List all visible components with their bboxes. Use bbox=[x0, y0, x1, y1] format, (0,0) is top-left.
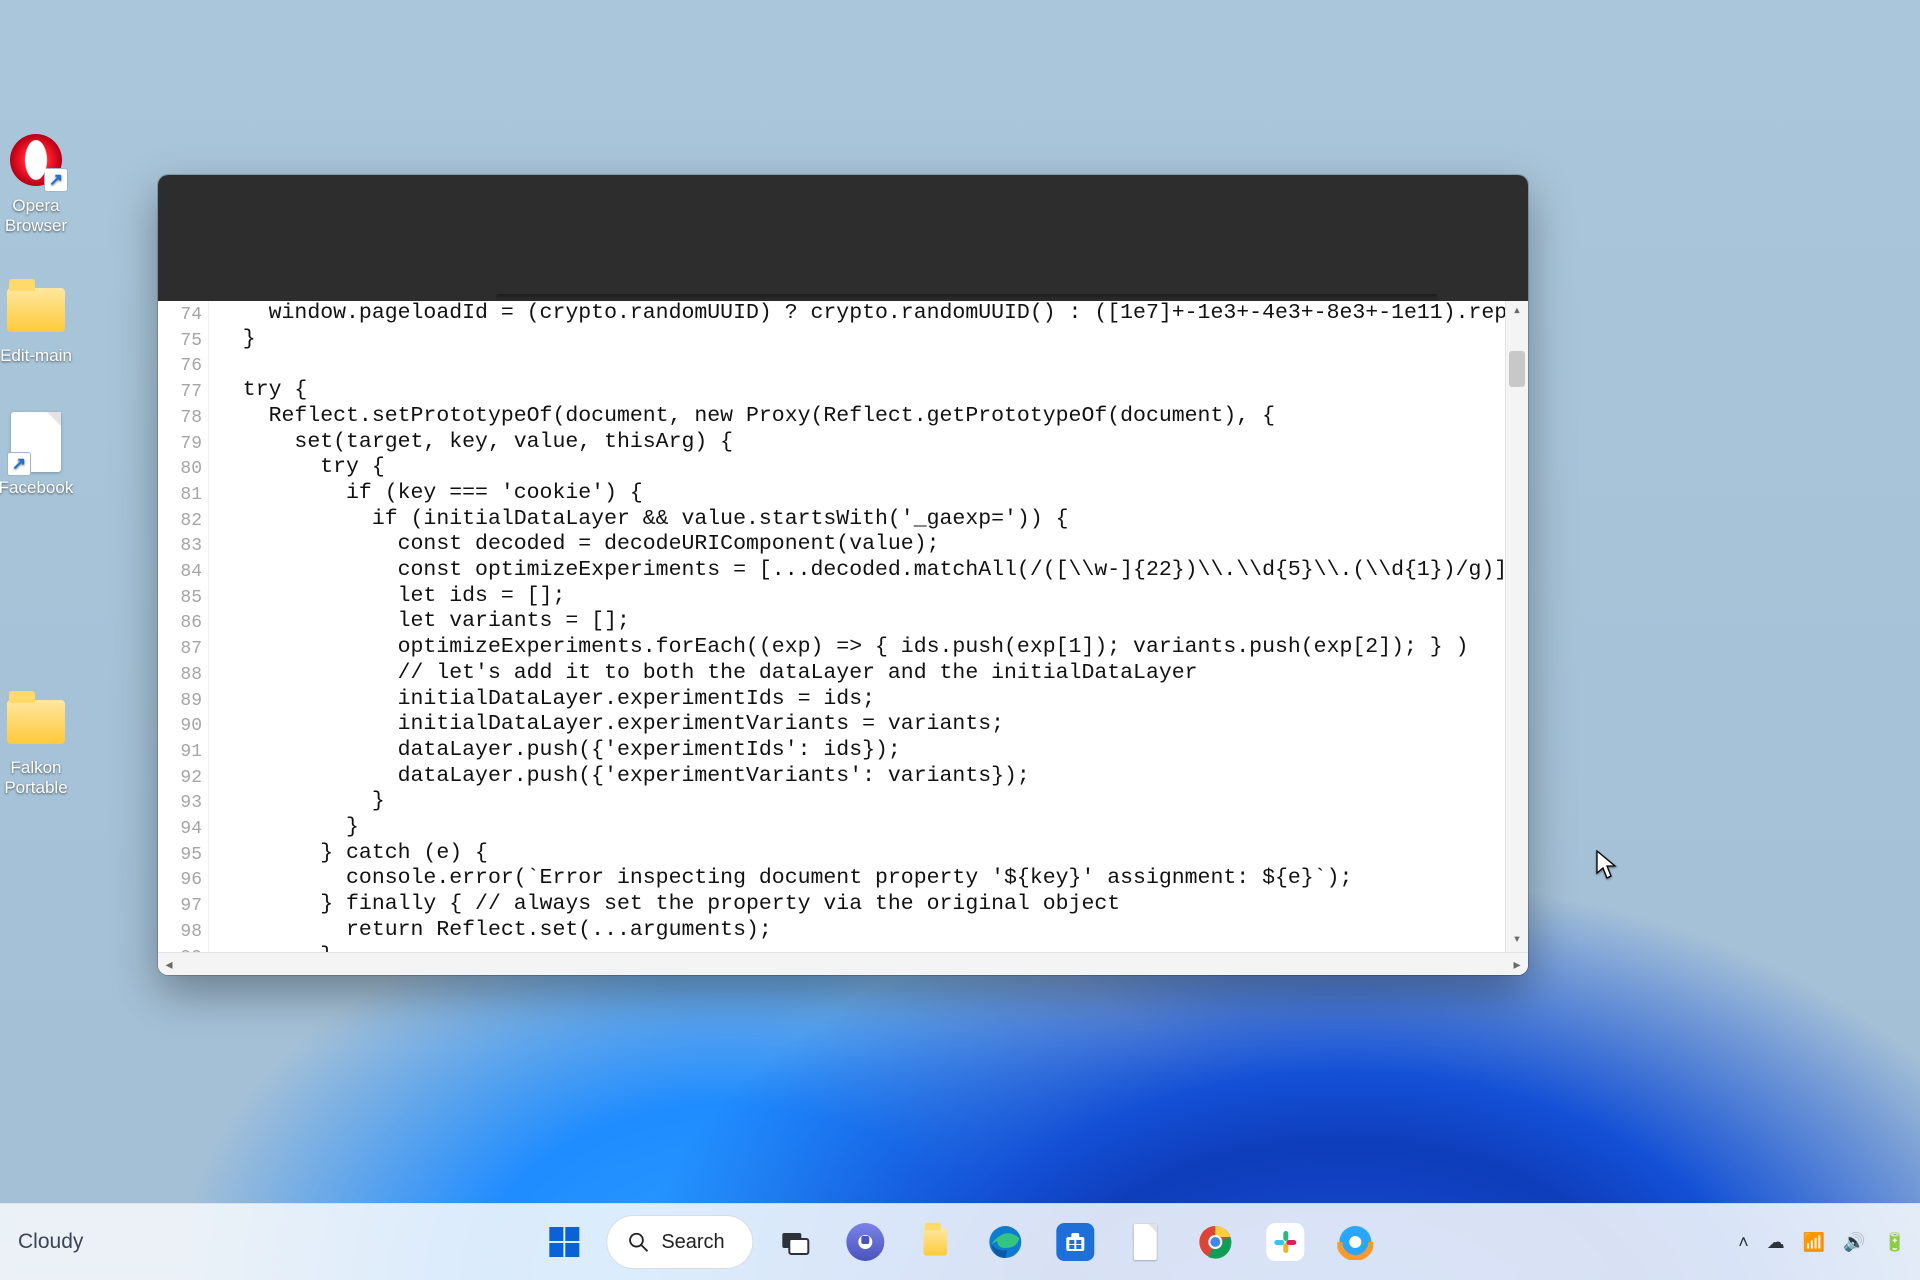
edge-icon bbox=[987, 1223, 1025, 1261]
search-label: Search bbox=[661, 1231, 724, 1254]
task-view-icon bbox=[777, 1223, 815, 1261]
start-button[interactable] bbox=[536, 1214, 592, 1270]
folder-icon bbox=[4, 690, 68, 754]
window-titlebar[interactable] bbox=[158, 175, 1528, 301]
onedrive-icon[interactable]: ☁ bbox=[1767, 1232, 1785, 1253]
store-icon bbox=[1057, 1223, 1095, 1261]
taskbar[interactable]: Cloudy Search ˄ ☁ 📶 🔊 🔋 bbox=[0, 1203, 1920, 1280]
scroll-left-icon[interactable]: ◂ bbox=[158, 953, 180, 975]
code-window[interactable]: 74 75 76 77 78 79 80 81 82 83 84 85 86 8… bbox=[158, 175, 1528, 975]
shortcut-icon: ↗ bbox=[4, 410, 68, 474]
vertical-scrollbar[interactable]: ▴ ▾ bbox=[1505, 301, 1528, 952]
notepad-button[interactable] bbox=[1118, 1214, 1174, 1270]
chat-button[interactable] bbox=[838, 1214, 894, 1270]
chevron-up-icon[interactable]: ˄ bbox=[1738, 1232, 1749, 1253]
wifi-icon[interactable]: 📶 bbox=[1803, 1232, 1825, 1253]
chrome-button[interactable] bbox=[1188, 1214, 1244, 1270]
desktop-icon-opera[interactable]: ↗ Opera Browser bbox=[0, 128, 86, 236]
browser-app-button[interactable] bbox=[1328, 1214, 1384, 1270]
desktop-icon-label: Edit-main bbox=[0, 346, 86, 366]
battery-icon[interactable]: 🔋 bbox=[1884, 1232, 1906, 1253]
toolbar-shadow bbox=[496, 294, 1438, 301]
weather-label: Cloudy bbox=[18, 1230, 83, 1254]
opera-icon: ↗ bbox=[4, 128, 68, 192]
folder-icon bbox=[4, 278, 68, 342]
folder-icon bbox=[917, 1223, 955, 1261]
edge-button[interactable] bbox=[978, 1214, 1034, 1270]
browser-app-icon bbox=[1337, 1223, 1375, 1261]
system-tray[interactable]: ˄ ☁ 📶 🔊 🔋 bbox=[1738, 1232, 1906, 1253]
volume-icon[interactable]: 🔊 bbox=[1843, 1232, 1865, 1253]
scroll-thumb[interactable] bbox=[1509, 351, 1525, 387]
desktop-icon-edit-main[interactable]: Edit-main bbox=[0, 278, 86, 366]
scroll-down-icon[interactable]: ▾ bbox=[1506, 930, 1528, 952]
taskbar-center: Search bbox=[536, 1214, 1383, 1270]
chat-icon bbox=[847, 1223, 885, 1261]
scroll-up-icon[interactable]: ▴ bbox=[1506, 301, 1528, 323]
desktop-icon-facebook[interactable]: ↗ Facebook bbox=[0, 410, 86, 498]
scroll-right-icon[interactable]: ▸ bbox=[1506, 953, 1528, 975]
slack-button[interactable] bbox=[1258, 1214, 1314, 1270]
search-icon bbox=[627, 1231, 649, 1253]
code-lines[interactable]: window.pageloadId = (crypto.randomUUID) … bbox=[209, 301, 1505, 952]
taskbar-search[interactable]: Search bbox=[606, 1215, 753, 1269]
code-editor[interactable]: 74 75 76 77 78 79 80 81 82 83 84 85 86 8… bbox=[158, 301, 1528, 952]
line-number-gutter: 74 75 76 77 78 79 80 81 82 83 84 85 86 8… bbox=[158, 301, 209, 952]
notepad-icon bbox=[1127, 1223, 1165, 1261]
ms-store-button[interactable] bbox=[1048, 1214, 1104, 1270]
windows-logo-icon bbox=[545, 1223, 583, 1261]
slack-icon bbox=[1267, 1223, 1305, 1261]
desktop-icon-label: Facebook bbox=[0, 478, 86, 498]
file-explorer-button[interactable] bbox=[908, 1214, 964, 1270]
horizontal-scrollbar[interactable]: ◂ ▸ bbox=[158, 952, 1528, 975]
desktop-icon-falkon[interactable]: Falkon Portable bbox=[0, 690, 86, 798]
taskbar-weather[interactable]: Cloudy bbox=[18, 1230, 83, 1254]
desktop-icon-label: Falkon Portable bbox=[0, 758, 86, 798]
desktop-icon-label: Opera Browser bbox=[0, 196, 86, 236]
chrome-icon bbox=[1197, 1223, 1235, 1261]
task-view-button[interactable] bbox=[768, 1214, 824, 1270]
